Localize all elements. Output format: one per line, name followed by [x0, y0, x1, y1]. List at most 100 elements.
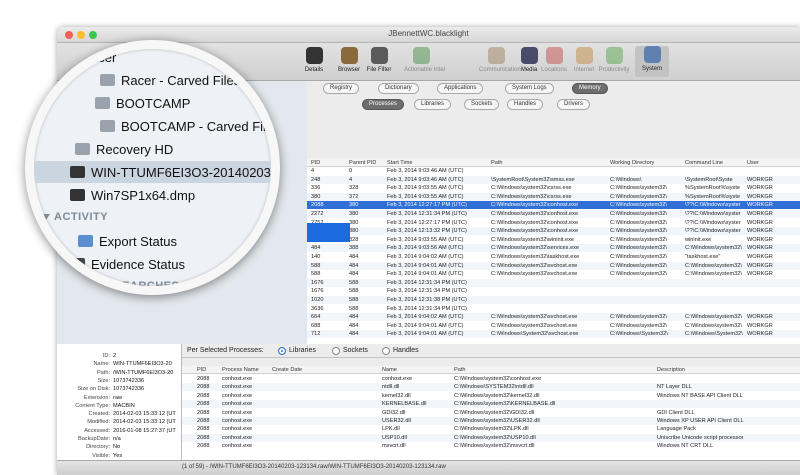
subtab-drivers[interactable]: Drivers	[557, 99, 590, 110]
process-row[interactable]: 664 484 Feb 3, 2014 9:04:02 AM (UTC) C:\Win…	[307, 313, 800, 322]
sidebar-item-evidence-status[interactable]: Evidence Status	[70, 257, 185, 272]
toolbar-actionable-intel-button[interactable]: Actionable Intel	[404, 47, 445, 73]
column-header[interactable]: Working Directory	[610, 160, 654, 166]
column-header[interactable]: Path	[454, 367, 466, 373]
process-row[interactable]: 1020 588 Feb 3, 2014 12:31:38 PM (UTC)	[307, 296, 800, 304]
column-header[interactable]: PID	[197, 367, 206, 373]
process-row[interactable]: 3616380Feb 3, 2014 12:13:32 PM (UTC)C:\W…	[307, 227, 800, 236]
column-header[interactable]: PID	[311, 160, 320, 166]
process-row[interactable]: 2088 380 Feb 3, 2014 12:27:17 PM (UTC) C:\W…	[307, 201, 800, 210]
subtab-registry[interactable]: Registry	[323, 83, 360, 94]
toolbar-productivity-button[interactable]: Productivity	[597, 47, 631, 73]
process-row[interactable]: 336 328 Feb 3, 2014 9:03:55 AM (UTC) C:\Win…	[307, 184, 800, 192]
sidebar-item-bootcamp[interactable]: BOOTCAMP	[95, 96, 190, 111]
radio-handles[interactable]	[382, 347, 390, 355]
library-row[interactable]: 2088 conhost.exe USER32.dll C:\Windows\syst…	[182, 417, 800, 425]
locations-icon	[545, 47, 563, 64]
process-row[interactable]: 388328Feb 3, 2014 9:03:55 AM (UTC)C:\Win…	[307, 236, 800, 244]
subtab-memory[interactable]: Memory	[572, 83, 608, 94]
process-row[interactable]: 1676 588 Feb 3, 2014 12:31:34 PM (UTC)	[307, 287, 800, 295]
library-cell: ntdll.dll	[382, 384, 400, 391]
subtab-applications[interactable]: Applications	[437, 83, 484, 94]
toolbar-system-button[interactable]: System	[635, 46, 669, 77]
library-row[interactable]: 2088 conhost.exe LPK.dll C:\Windows\system3…	[182, 425, 800, 433]
sidebar-section-activity[interactable]: ACTIVITY	[54, 211, 108, 223]
subtab-handles[interactable]: Handles	[507, 99, 544, 110]
process-row[interactable]: 380 372 Feb 3, 2014 9:03:55 AM (UTC) C:\Win…	[307, 192, 800, 201]
column-header[interactable]: Description	[657, 367, 685, 373]
library-row[interactable]: 2088 conhost.exe GDI32.dll C:\Windows\syste…	[182, 409, 800, 417]
column-header[interactable]: Command Line	[685, 160, 723, 166]
radio-libraries-label[interactable]: Libraries	[289, 347, 316, 354]
property-key: Content Type:	[75, 402, 110, 409]
process-row[interactable]: 2272 380 Feb 3, 2014 12:31:34 PM (UTC) C:\W…	[307, 210, 800, 218]
process-row[interactable]: 2752380Feb 3, 2014 12:27:17 PM (UTC)C:\W…	[307, 219, 800, 227]
subtab-system-logs[interactable]: System Logs	[505, 83, 554, 94]
sidebar-item-racer-carved-files[interactable]: Racer - Carved Files	[100, 73, 240, 88]
process-row[interactable]: 484 388 Feb 3, 2014 9:03:56 AM (UTC) C:\Win…	[307, 244, 800, 253]
library-row[interactable]: 2088 conhost.exe conhost.exe C:\Windows\sys…	[182, 375, 800, 383]
sidebar-item-label: Racer - Carved Files	[121, 73, 241, 88]
process-cell: WORKGR	[747, 193, 773, 200]
column-header[interactable]: User	[747, 160, 759, 166]
library-row[interactable]: 2088 conhost.exe USP10.dll C:\Windows\syste…	[182, 433, 800, 442]
process-cell: Feb 3, 2014 9:04:01 AM (UTC)	[387, 271, 464, 278]
subtab-dictionary[interactable]: Dictionary	[378, 83, 419, 94]
toolbar-details-button[interactable]: Details	[297, 47, 331, 73]
property-value: 2014-02-03 15:33:12 (UT	[113, 419, 176, 426]
process-row[interactable]: 712 484 Feb 3, 2014 9:04:01 AM (UTC) C:\Win…	[307, 330, 800, 339]
radio-libraries[interactable]	[278, 347, 286, 355]
subtab-libraries[interactable]: Libraries	[414, 99, 452, 110]
process-cell: WORKGR	[747, 245, 773, 252]
process-cell: WORKGR	[747, 322, 773, 329]
process-row[interactable]: 688 484 Feb 3, 2014 9:04:01 AM (UTC) C:\Win…	[307, 322, 800, 330]
library-row[interactable]: 2088 conhost.exe KERNELBASE.dll C:\Windows\…	[182, 400, 800, 409]
sidebar-item-bootcamp-carved-files[interactable]: BOOTCAMP - Carved Files	[100, 119, 271, 134]
library-cell: conhost.exe	[222, 443, 253, 450]
toolbar-internet-button[interactable]: Internet	[567, 47, 601, 73]
process-row[interactable]: 1676 588 Feb 3, 2014 12:31:34 PM (UTC)	[307, 278, 800, 287]
property-row: Visible: Yes	[57, 452, 182, 460]
library-cell: KERNELBASE.dll	[382, 401, 427, 408]
sidebar-item-recovery-hd[interactable]: Recovery HD	[75, 142, 173, 157]
process-row[interactable]: 248 4 Feb 3, 2014 9:03:46 AM (UTC) \SystemR…	[307, 175, 800, 184]
disclosure-triangle-icon[interactable]	[42, 283, 50, 286]
lower-pane: ID: 2 Name: WIN-TTUMF6EI3O3-20 Path:/WIN-TTU…	[57, 344, 800, 475]
radio-sockets[interactable]	[332, 347, 340, 355]
process-cell: 588	[349, 279, 359, 286]
process-cell: WORKGR	[747, 254, 773, 260]
sidebar-item-export-status[interactable]: Export Status	[78, 234, 177, 249]
radio-handles-label[interactable]: Handles	[393, 347, 419, 354]
disclosure-triangle-icon[interactable]	[42, 214, 50, 220]
process-row[interactable]: 588 484 Feb 3, 2014 9:04:01 AM (UTC) C:\Win…	[307, 261, 800, 270]
sidebar-item-win7sp1x64-dmp[interactable]: Win7SP1x64.dmp	[70, 188, 195, 203]
library-row[interactable]: 2088 conhost.exe kernel32.dll C:\Windows\sy…	[182, 392, 800, 400]
toolbar-file-filter-button[interactable]: File Filter	[362, 47, 396, 73]
column-header[interactable]: Process Name	[222, 367, 259, 373]
process-row[interactable]: 588 484 Feb 3, 2014 9:04:01 AM (UTC) C:\Win…	[307, 270, 800, 278]
toolbar-browser-button[interactable]: Browser	[332, 47, 366, 73]
sidebar-item-acer[interactable]: acer	[70, 50, 116, 65]
process-row[interactable]: 3636 588 Feb 3, 2014 12:31:34 PM (UTC)	[307, 305, 800, 313]
memory-image-icon	[70, 189, 85, 201]
system-icon	[643, 46, 661, 63]
process-row[interactable]: 140 484 Feb 3, 2014 9:04:02 AM (UTC) C:\Win…	[307, 253, 800, 261]
process-row[interactable]: 4 0 Feb 3, 2014 9:03:46 AM (UTC)	[307, 167, 800, 175]
subtab-sockets[interactable]: Sockets	[464, 99, 500, 110]
column-header[interactable]: Parent PID	[349, 160, 376, 166]
process-cell: 588	[349, 305, 359, 312]
column-header[interactable]: Create Date	[272, 367, 302, 373]
subtab-processes[interactable]: Processes	[362, 99, 405, 110]
process-cell: 4	[349, 176, 353, 183]
column-header[interactable]: Name	[382, 367, 397, 373]
process-cell: C:\Windows\system32\	[685, 271, 742, 278]
toolbar-locations-button[interactable]: Locations	[537, 47, 571, 73]
column-header[interactable]: Path	[491, 160, 503, 166]
library-row[interactable]: 2088 conhost.exe ntdll.dll C:\Windows\SYSTE…	[182, 383, 800, 392]
column-header[interactable]: Start Time	[387, 160, 413, 166]
process-cell: %SystemRoot%\syste	[685, 185, 741, 192]
sidebar-item-win-ttumf6ei3o3-20140203-1[interactable]: WIN-TTUMF6EI3O3-20140203-1	[70, 165, 271, 180]
toolbar-communication-button[interactable]: Communication	[479, 47, 521, 73]
radio-sockets-label[interactable]: Sockets	[343, 347, 368, 354]
library-row[interactable]: 2088 conhost.exe msvcrt.dll C:\Windows\syst…	[182, 442, 800, 450]
